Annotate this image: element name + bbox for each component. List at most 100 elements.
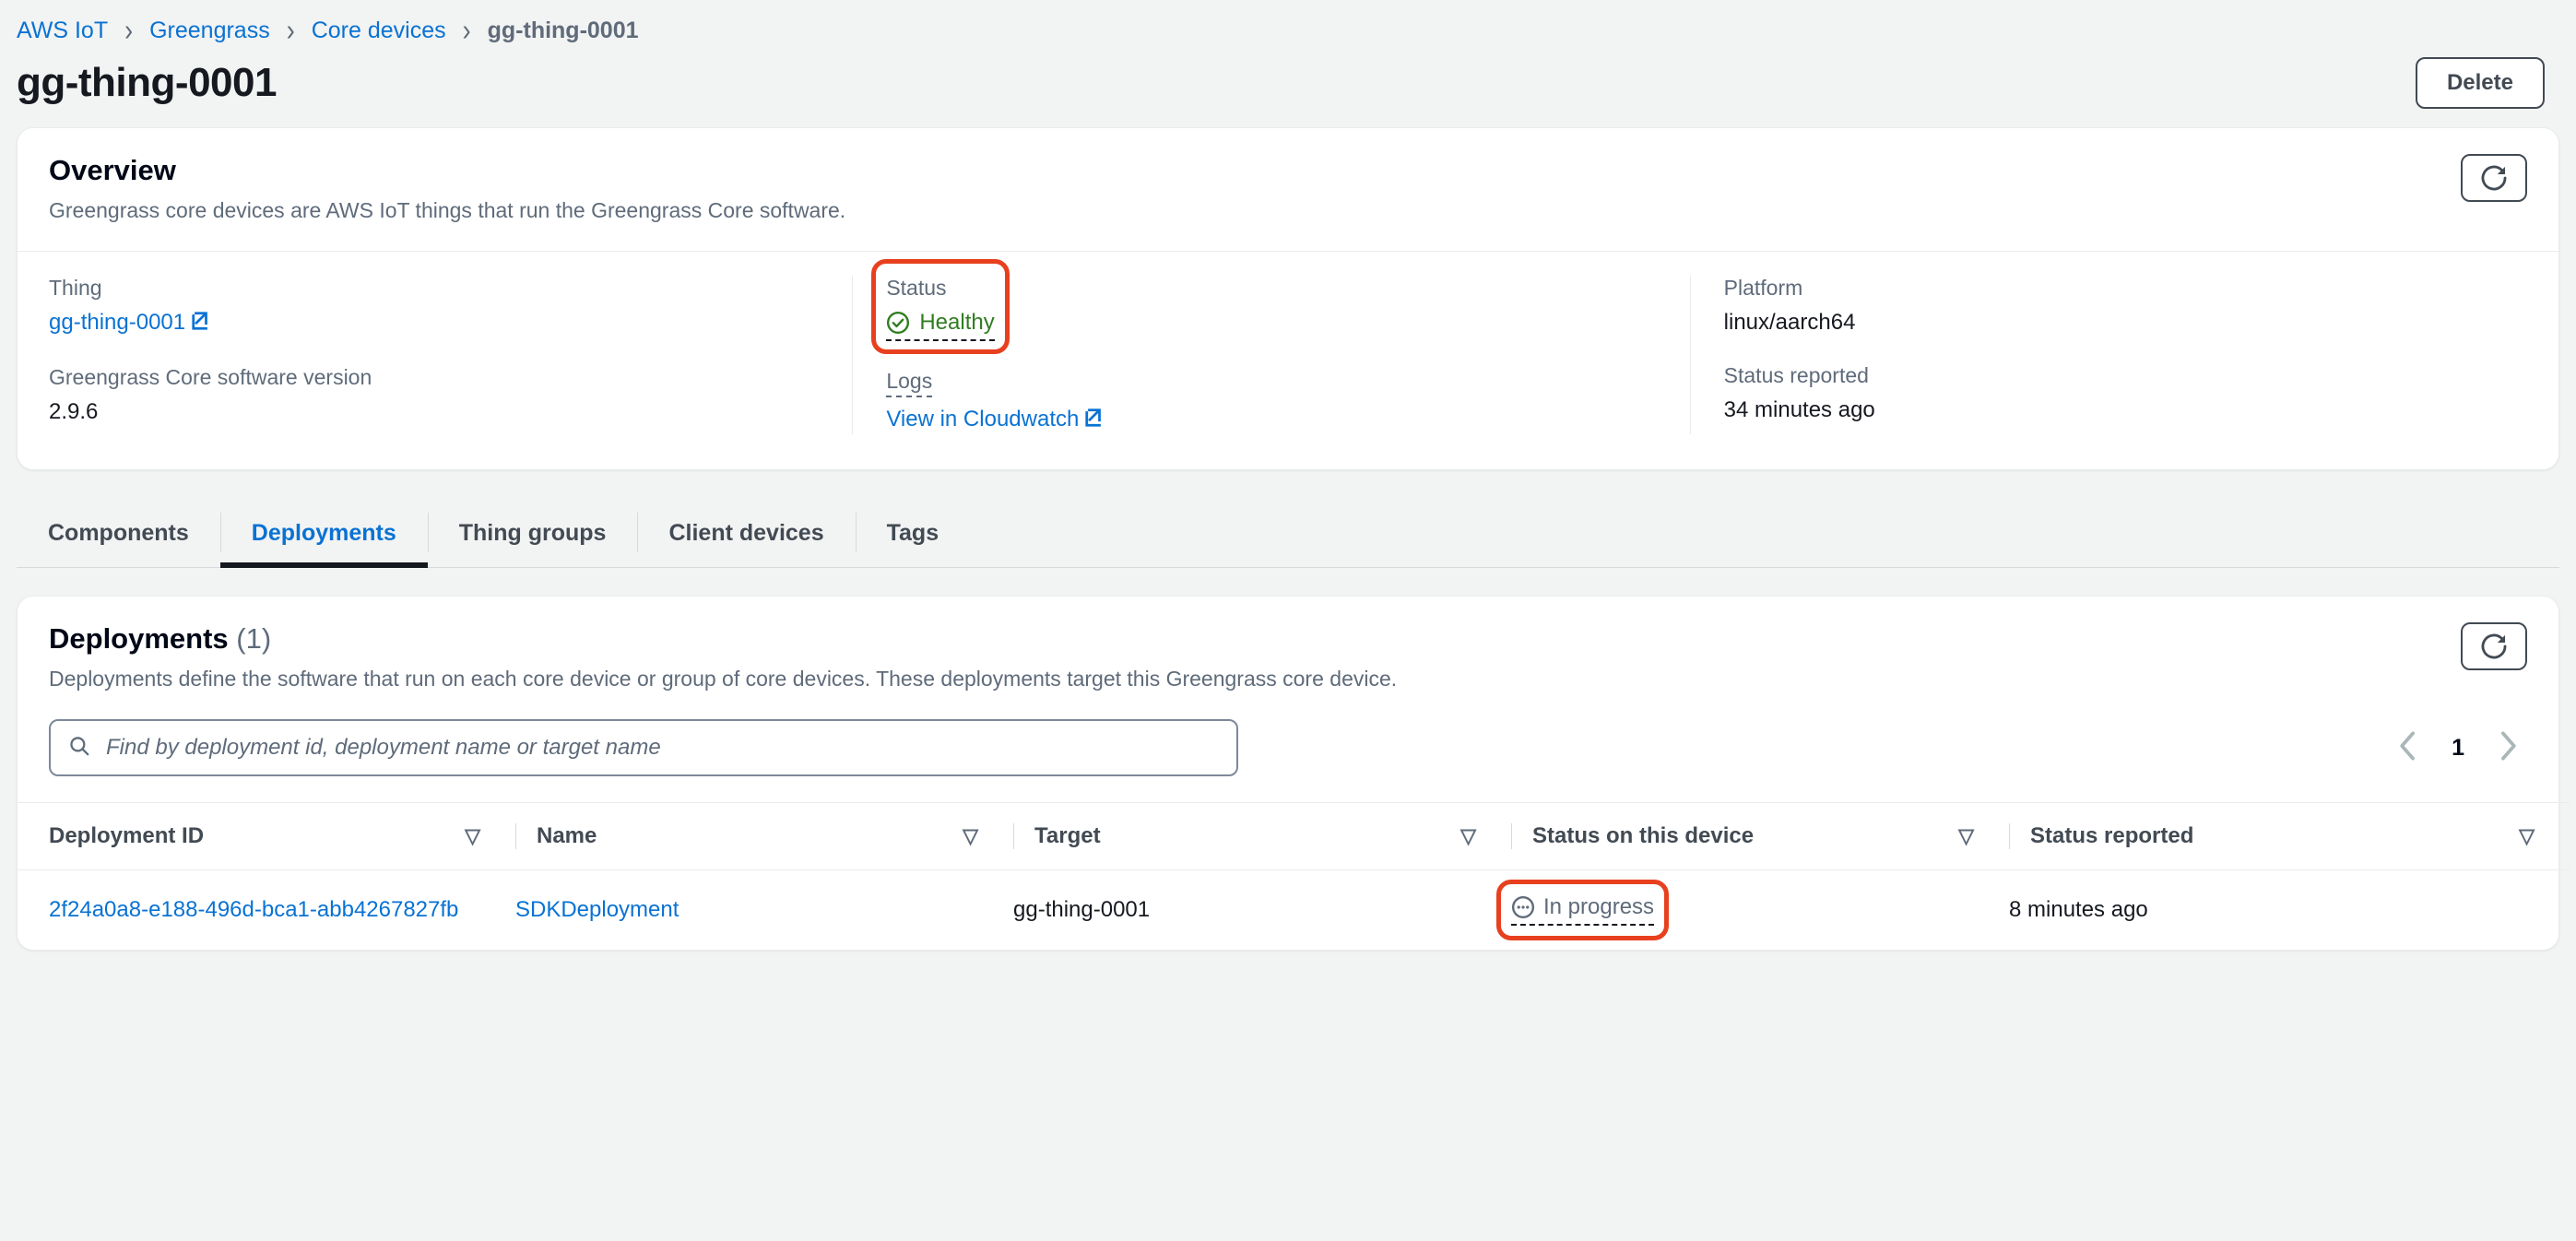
status-highlight-wrapper: In progress bbox=[1496, 880, 1670, 940]
column-header-status-reported[interactable]: Status reported ▽ bbox=[2009, 802, 2570, 870]
overview-title: Overview bbox=[49, 154, 176, 186]
field-thing-value: gg-thing-0001 bbox=[49, 310, 826, 337]
cell-status-reported: 8 minutes ago bbox=[2009, 897, 2148, 922]
page-header: gg-thing-0001 Delete bbox=[0, 44, 2576, 127]
page-root: AWS IoT › Greengrass › Core devices › gg… bbox=[0, 0, 2576, 1241]
page-title: gg-thing-0001 bbox=[17, 60, 277, 105]
breadcrumb-item-current: gg-thing-0001 bbox=[487, 17, 639, 43]
sort-triangle-icon[interactable]: ▽ bbox=[963, 826, 978, 846]
overview-column-thing: Thing gg-thing-0001 Greengrass Core soft… bbox=[49, 276, 852, 434]
search-icon bbox=[67, 734, 91, 762]
breadcrumb-item-greengrass[interactable]: Greengrass bbox=[149, 18, 270, 44]
column-header-name[interactable]: Name ▽ bbox=[515, 802, 1013, 870]
deployments-description: Deployments define the software that run… bbox=[49, 667, 1398, 691]
field-core-version: Greengrass Core software version 2.9.6 bbox=[49, 365, 826, 425]
status-badge-in-progress: In progress bbox=[1511, 894, 1655, 926]
pagination-next-button[interactable] bbox=[2496, 730, 2520, 766]
overview-description: Greengrass core devices are AWS IoT thin… bbox=[49, 198, 846, 222]
overview-refresh-button[interactable] bbox=[2461, 154, 2527, 202]
table-body: 2f24a0a8-e188-496d-bca1-abb4267827fb SDK… bbox=[18, 870, 2570, 951]
column-header-label: Target bbox=[1034, 823, 1101, 848]
deployments-title: Deployments (1) bbox=[49, 622, 1397, 656]
pagination-page-1[interactable]: 1 bbox=[2452, 735, 2464, 762]
cell-deployment-id: 2f24a0a8-e188-496d-bca1-abb4267827fb bbox=[18, 870, 515, 951]
column-header-label: Deployment ID bbox=[49, 823, 205, 848]
field-platform-value: linux/aarch64 bbox=[1723, 310, 1856, 335]
status-in-progress-icon bbox=[1511, 895, 1535, 919]
field-thing-label: Thing bbox=[49, 276, 102, 300]
field-logs-label: Logs bbox=[886, 369, 933, 397]
column-header-label: Status on this device bbox=[1532, 823, 1755, 848]
deployment-name-link[interactable]: SDKDeployment bbox=[515, 897, 679, 922]
status-highlight-wrapper: Status Healthy bbox=[871, 259, 1010, 354]
column-header-label: Name bbox=[537, 823, 597, 848]
deployments-card: Deployments (1) Deployments define the s… bbox=[17, 596, 2570, 951]
table-row: 2f24a0a8-e188-496d-bca1-abb4267827fb SDK… bbox=[18, 870, 2570, 951]
breadcrumb: AWS IoT › Greengrass › Core devices › gg… bbox=[0, 0, 2576, 48]
sort-triangle-icon[interactable]: ▽ bbox=[2519, 826, 2535, 846]
field-status: Status Healthy bbox=[871, 259, 1663, 354]
pagination: 1 bbox=[2396, 730, 2527, 766]
tab-tags[interactable]: Tags bbox=[855, 502, 971, 567]
tab-components[interactable]: Components bbox=[17, 502, 220, 567]
deployments-refresh-button[interactable] bbox=[2461, 622, 2527, 670]
field-status-label: Status bbox=[886, 276, 947, 300]
chevron-right-icon bbox=[2496, 730, 2520, 766]
overview-body: Thing gg-thing-0001 Greengrass Core soft… bbox=[18, 252, 2558, 469]
field-platform-label: Platform bbox=[1723, 276, 1803, 300]
table-header-row: Deployment ID ▽ Name ▽ Target ▽ Status o… bbox=[18, 802, 2570, 870]
refresh-icon bbox=[2478, 631, 2510, 662]
field-platform: Platform linux/aarch64 bbox=[1724, 276, 2501, 336]
deployment-id-link[interactable]: 2f24a0a8-e188-496d-bca1-abb4267827fb bbox=[49, 897, 458, 922]
cell-name: SDKDeployment bbox=[515, 870, 1013, 951]
field-status-reported-label: Status reported bbox=[1723, 363, 1869, 387]
status-text: Healthy bbox=[919, 310, 995, 335]
tab-deployments[interactable]: Deployments bbox=[219, 502, 428, 568]
field-thing: Thing gg-thing-0001 bbox=[49, 276, 826, 337]
chevron-right-icon: › bbox=[124, 12, 134, 48]
pagination-prev-button[interactable] bbox=[2396, 730, 2420, 766]
cell-status-on-device: In progress bbox=[1496, 870, 2009, 951]
column-header-label: Status reported bbox=[2030, 823, 2194, 848]
external-link-icon[interactable] bbox=[1084, 408, 1105, 434]
refresh-icon bbox=[2478, 162, 2510, 194]
column-header-deployment-id[interactable]: Deployment ID ▽ bbox=[18, 802, 515, 870]
breadcrumb-item-core-devices[interactable]: Core devices bbox=[312, 18, 446, 44]
overview-header: Overview Greengrass core devices are AWS… bbox=[18, 128, 2558, 251]
chevron-right-icon: › bbox=[286, 12, 295, 48]
search-box[interactable] bbox=[49, 719, 1238, 776]
deployments-title-text: Deployments bbox=[49, 622, 229, 655]
status-badge: Healthy bbox=[886, 310, 995, 341]
field-status-reported: Status reported 34 minutes ago bbox=[1724, 363, 2501, 423]
sort-triangle-icon[interactable]: ▽ bbox=[465, 826, 480, 846]
column-header-status-on-this-device[interactable]: Status on this device ▽ bbox=[1511, 802, 2009, 870]
tab-bar: Components Deployments Thing groups Clie… bbox=[17, 502, 2559, 568]
table-header: Deployment ID ▽ Name ▽ Target ▽ Status o… bbox=[18, 802, 2570, 870]
field-core-version-value: 2.9.6 bbox=[49, 399, 99, 424]
thing-link[interactable]: gg-thing-0001 bbox=[49, 310, 185, 335]
delete-button[interactable]: Delete bbox=[2415, 57, 2545, 109]
status-positive-icon bbox=[886, 311, 910, 335]
search-input[interactable] bbox=[104, 734, 1220, 762]
overview-column-platform: Platform linux/aarch64 Status reported 3… bbox=[1689, 276, 2527, 434]
field-logs: Logs View in Cloudwatch bbox=[886, 369, 1663, 434]
deployments-table: Deployment ID ▽ Name ▽ Target ▽ Status o… bbox=[18, 802, 2570, 950]
chevron-left-icon bbox=[2396, 730, 2420, 766]
column-header-target[interactable]: Target ▽ bbox=[1013, 802, 1511, 870]
tab-client-devices[interactable]: Client devices bbox=[637, 502, 855, 567]
sort-triangle-icon[interactable]: ▽ bbox=[1958, 826, 1974, 846]
deployments-header: Deployments (1) Deployments define the s… bbox=[18, 597, 2558, 719]
tab-thing-groups[interactable]: Thing groups bbox=[427, 502, 638, 567]
overview-column-status: Status Healthy Logs View in Cloudwatch bbox=[852, 259, 1689, 434]
deployments-count: (1) bbox=[236, 622, 272, 655]
deployments-toolbar: 1 bbox=[18, 719, 2558, 802]
chevron-right-icon: › bbox=[462, 12, 471, 48]
field-logs-value: View in Cloudwatch bbox=[886, 407, 1663, 434]
overview-card: Overview Greengrass core devices are AWS… bbox=[17, 127, 2559, 470]
view-in-cloudwatch-link[interactable]: View in Cloudwatch bbox=[886, 407, 1079, 431]
breadcrumb-item-aws-iot[interactable]: AWS IoT bbox=[17, 18, 108, 44]
external-link-icon[interactable] bbox=[191, 311, 211, 337]
field-status-reported-value: 34 minutes ago bbox=[1723, 397, 1875, 422]
sort-triangle-icon[interactable]: ▽ bbox=[1460, 826, 1476, 846]
status-text: In progress bbox=[1543, 894, 1655, 919]
